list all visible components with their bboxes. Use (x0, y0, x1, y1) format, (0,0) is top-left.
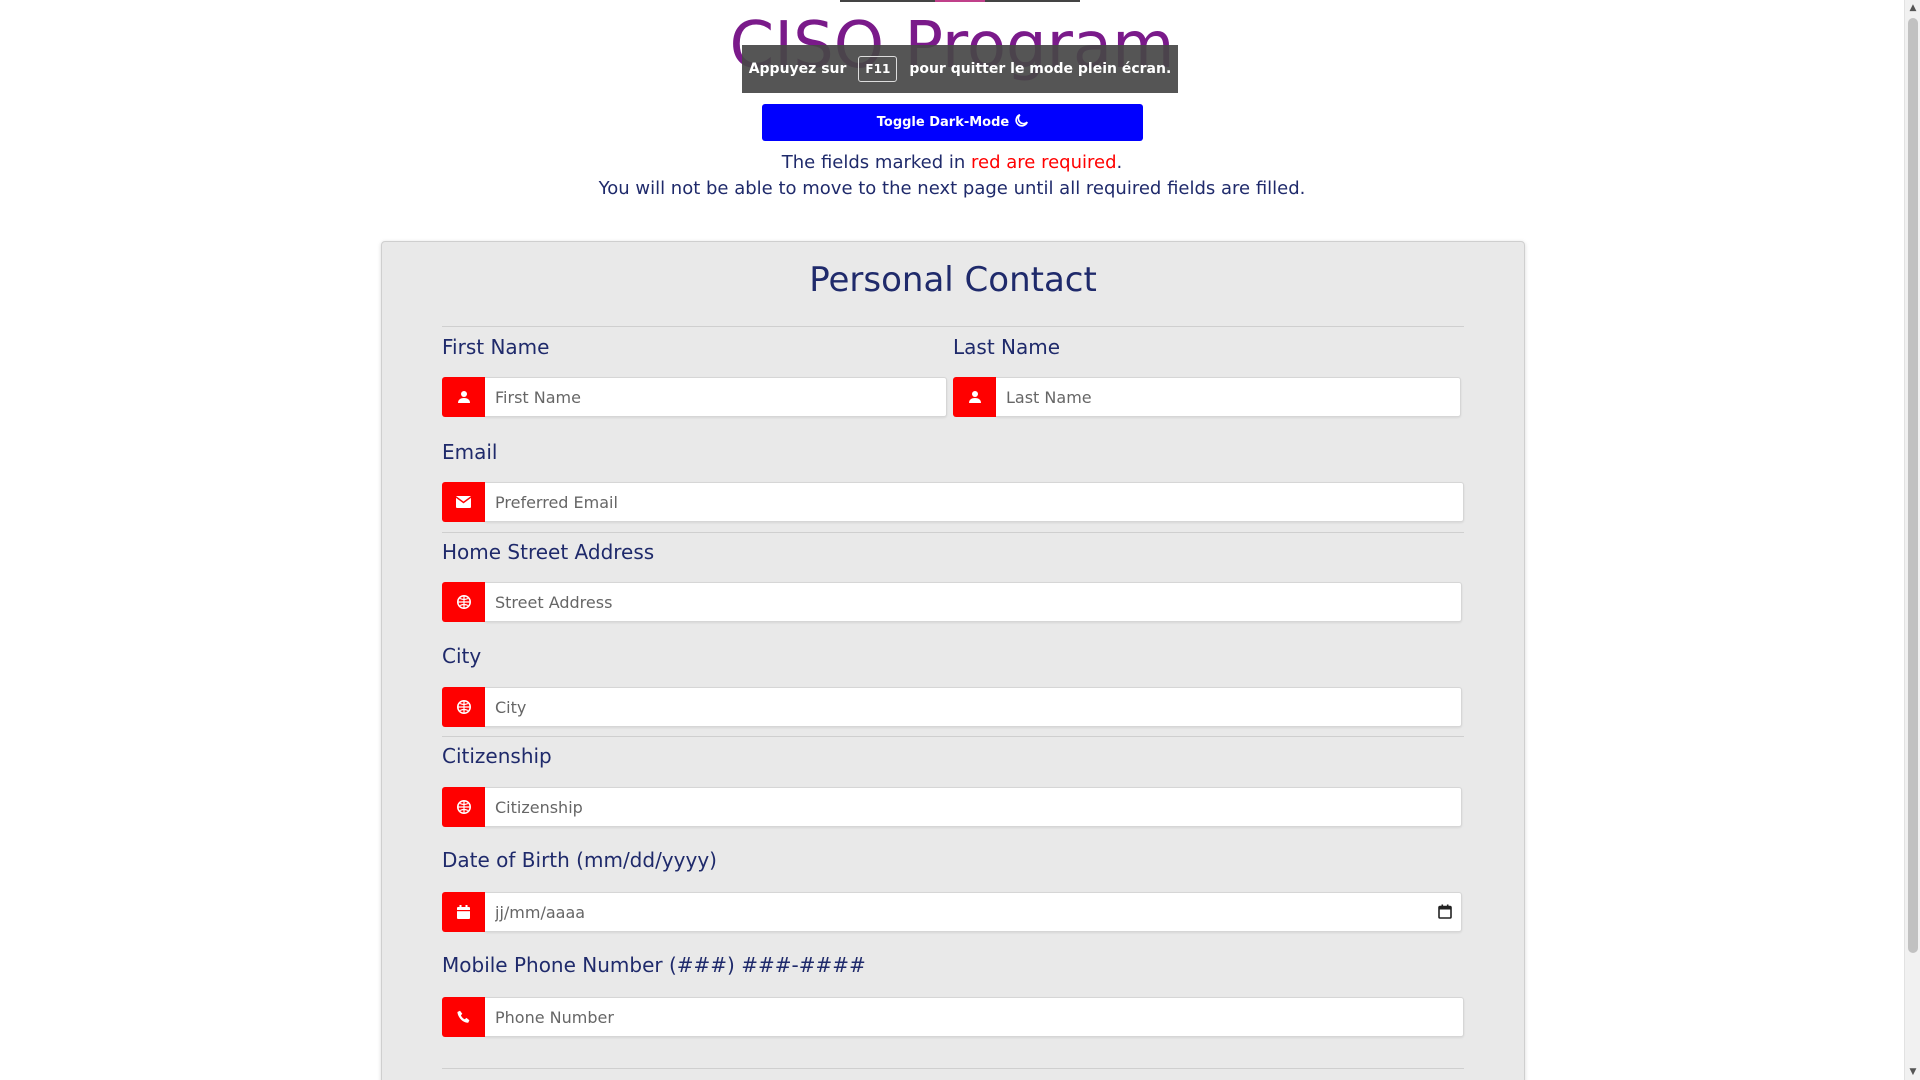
user-icon (953, 377, 996, 417)
email-field (442, 482, 1464, 522)
fullscreen-notice-before: Appuyez sur (748, 61, 847, 77)
scroll-up-arrow-icon[interactable]: ▲ (1905, 0, 1920, 16)
citizenship-input[interactable] (485, 787, 1462, 827)
moon-icon (1015, 114, 1029, 131)
dob-label: Date of Birth (mm/dd/yyyy) (442, 848, 717, 872)
scrollbar-thumb[interactable] (1908, 18, 1918, 953)
required-notice: The fields marked in red are required. Y… (0, 150, 1904, 202)
divider (442, 736, 1464, 737)
phone-field (442, 997, 1464, 1037)
page: CISO Program Appuyez sur F11 pour quitte… (0, 0, 1904, 1080)
street-label: Home Street Address (442, 540, 655, 564)
phone-input[interactable] (485, 997, 1464, 1037)
date-picker-icon[interactable] (1438, 904, 1452, 923)
card-title: Personal Contact (809, 260, 1097, 300)
first-name-input[interactable] (485, 377, 947, 417)
fullscreen-notice-after: pour quitter le mode plein écran. (909, 61, 1172, 77)
fullscreen-notice: Appuyez sur F11 pour quitter le mode ple… (742, 45, 1178, 93)
required-notice-line2: You will not be able to move to the next… (598, 178, 1306, 199)
divider (442, 1068, 1464, 1069)
top-rule (840, 0, 1080, 2)
divider (442, 532, 1464, 533)
vertical-scrollbar[interactable]: ▲ ▼ (1904, 0, 1920, 1080)
first-name-label: First Name (442, 335, 550, 359)
personal-contact-card: Personal Contact First Name Last Name Em… (381, 241, 1525, 1080)
city-label: City (442, 644, 482, 668)
phone-icon (442, 997, 485, 1037)
citizenship-field (442, 787, 1462, 827)
toggle-dark-mode-button[interactable]: Toggle Dark-Mode (762, 104, 1143, 141)
street-field (442, 582, 1462, 622)
email-label: Email (442, 440, 498, 464)
scroll-down-arrow-icon[interactable]: ▼ (1905, 1064, 1920, 1080)
dob-field (442, 892, 1462, 932)
globe-icon (442, 787, 485, 827)
email-input[interactable] (485, 482, 1464, 522)
dob-input[interactable] (485, 892, 1462, 932)
required-red-text: red are required (971, 152, 1117, 173)
envelope-icon (442, 482, 485, 522)
last-name-input[interactable] (996, 377, 1461, 417)
last-name-label: Last Name (953, 335, 1061, 359)
first-name-field (442, 377, 947, 417)
required-notice-line1: The fields marked in red are required. (781, 152, 1123, 173)
phone-label: Mobile Phone Number (###) ###-#### (442, 953, 866, 977)
calendar-icon (442, 892, 485, 932)
toggle-dark-mode-label: Toggle Dark-Mode (876, 115, 1010, 130)
globe-icon (442, 582, 485, 622)
globe-icon (442, 687, 485, 727)
citizenship-label: Citizenship (442, 744, 552, 768)
last-name-field (953, 377, 1461, 417)
user-icon (442, 377, 485, 417)
city-input[interactable] (485, 687, 1462, 727)
street-input[interactable] (485, 582, 1462, 622)
fullscreen-key: F11 (858, 56, 898, 82)
city-field (442, 687, 1462, 727)
divider (442, 326, 1464, 327)
